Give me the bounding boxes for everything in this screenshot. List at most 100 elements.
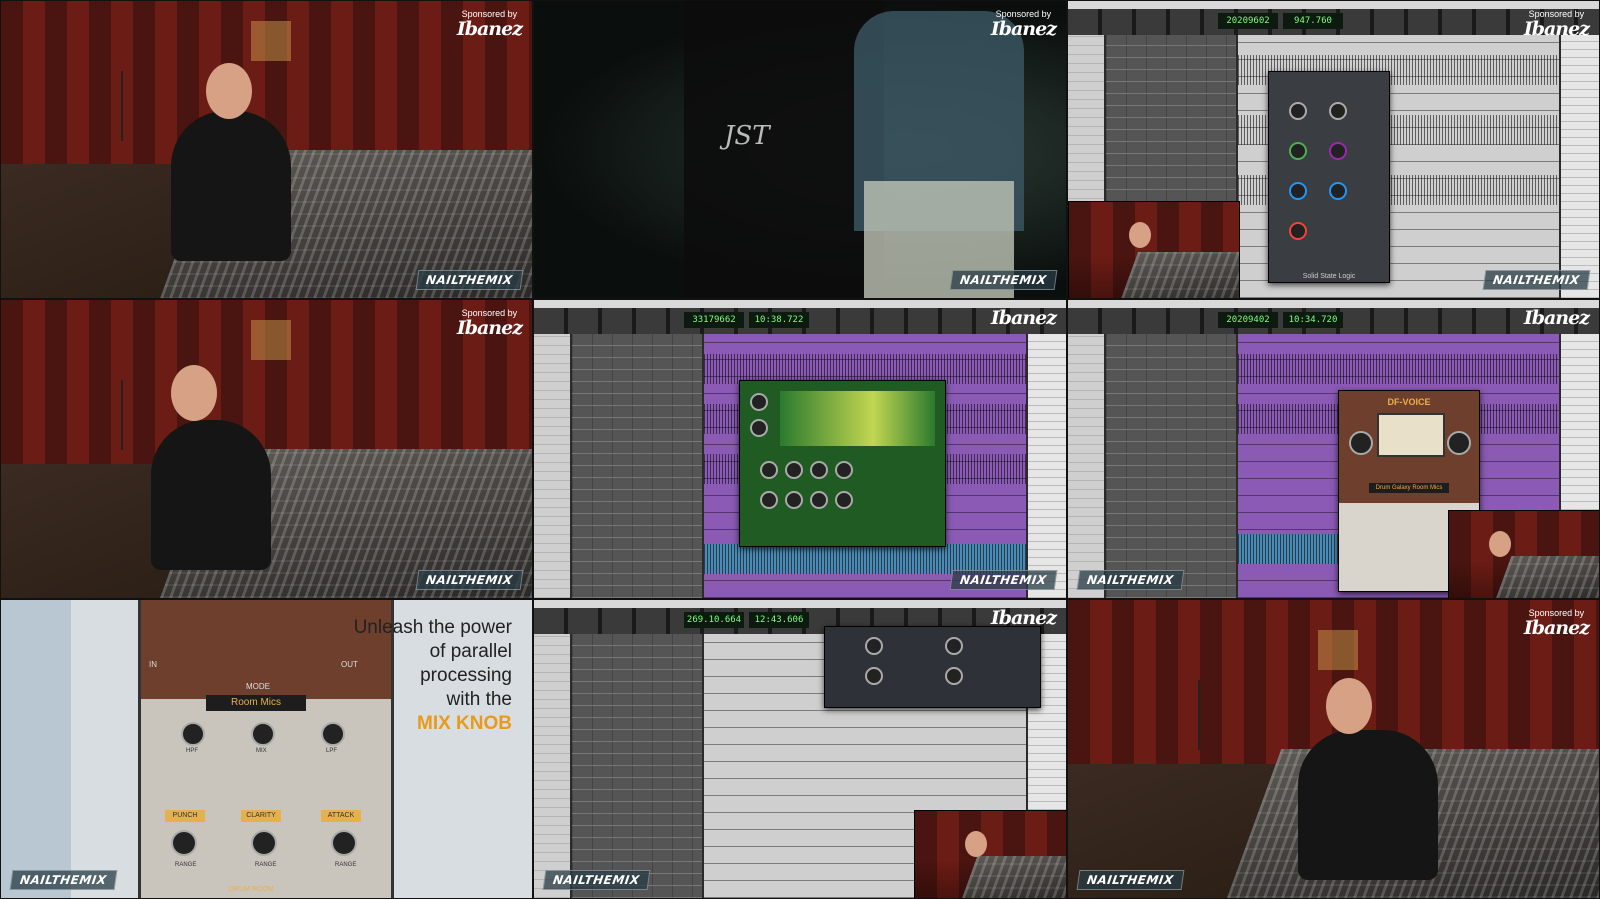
output-knob[interactable] (1447, 431, 1471, 455)
promo-highlight: MIX KNOB (417, 713, 512, 734)
track-list[interactable] (1068, 334, 1104, 598)
studio-window (251, 21, 291, 61)
mode-slot: Room Mics (206, 695, 306, 711)
sponsor-badge: Sponsored by Ibanez (990, 9, 1057, 40)
mixing-console (1120, 251, 1239, 298)
nailthemix-watermark: NAILTHEMIX (1483, 270, 1591, 290)
channel-strip-plugin[interactable] (824, 626, 1041, 708)
mix-label: MIX (256, 748, 267, 754)
picture-in-picture-studio (1068, 201, 1240, 298)
panel-studio-2[interactable]: Sponsored by Ibanez NAILTHEMIX (0, 299, 533, 599)
mix-window[interactable] (572, 634, 702, 898)
mix-window[interactable] (1106, 334, 1236, 598)
panel-stage[interactable]: JST Sponsored by Ibanez NAILTHEMIX (533, 0, 1067, 299)
sponsor-logo: Ibanez (1523, 307, 1590, 329)
promo-line: processing (420, 665, 512, 686)
nailthemix-watermark: NAILTHEMIX (416, 270, 524, 290)
sponsor-badge: Sponsored by Ibanez (456, 9, 523, 40)
lpf-knob (321, 722, 345, 746)
host-figure (151, 420, 271, 570)
band-knob[interactable] (785, 491, 803, 509)
video-grid: Sponsored by Ibanez NAILTHEMIX JST Spons… (0, 0, 1600, 899)
attack-label: ATTACK (321, 810, 361, 822)
panel-studio-1[interactable]: Sponsored by Ibanez NAILTHEMIX (0, 0, 533, 299)
promo-line: Unleash the power (353, 617, 512, 638)
strip-knob[interactable] (865, 667, 883, 685)
spectrum-display (780, 391, 935, 446)
band-knob[interactable] (835, 491, 853, 509)
panel-studio-3[interactable]: Sponsored by Ibanez NAILTHEMIX (1067, 599, 1600, 899)
nailthemix-watermark: NAILTHEMIX (1076, 870, 1184, 890)
hpf-label: HPF (186, 748, 198, 754)
hpf-knob (181, 722, 205, 746)
mixing-console (961, 856, 1066, 898)
band-knob[interactable] (810, 491, 828, 509)
sponsor-badge: Sponsored by Ibanez (1523, 9, 1590, 40)
band-knob[interactable] (785, 461, 803, 479)
panel-daw-mixer[interactable]: 269.10.664 12:43.606 Ibanez NAILTHEMIX (533, 599, 1067, 899)
host-head (206, 63, 252, 119)
main-counter: 20209402 (1218, 312, 1278, 328)
lpf-label: LPF (326, 748, 338, 754)
output-knob[interactable] (750, 419, 768, 437)
input-knob[interactable] (750, 393, 768, 411)
eq-knob[interactable] (1289, 142, 1307, 160)
sponsor-badge: Ibanez (991, 308, 1057, 328)
eq-knob[interactable] (1329, 102, 1347, 120)
mix-window[interactable] (572, 334, 702, 598)
nailthemix-watermark: NAILTHEMIX (950, 270, 1058, 290)
main-counter: 20209602 (1218, 13, 1278, 29)
strip-knob[interactable] (945, 637, 963, 655)
sponsor-logo: Ibanez (990, 18, 1057, 40)
sub-counter: 10:34.720 (1283, 312, 1343, 328)
menu-bar[interactable] (534, 300, 1066, 308)
vu-meter (1377, 413, 1445, 457)
tripod (121, 71, 123, 141)
panel-promo[interactable]: IN OUT MODE Room Mics HPF MIX LPF PUNCH … (0, 599, 533, 899)
band-knob[interactable] (760, 491, 778, 509)
eq-knob[interactable] (1289, 222, 1307, 240)
eq-knob[interactable] (1329, 182, 1347, 200)
host-figure (1298, 730, 1438, 880)
range-knob (251, 830, 277, 856)
sponsor-logo: Ibanez (990, 607, 1057, 629)
band-knob[interactable] (810, 461, 828, 479)
promo-line: with the (446, 689, 512, 710)
band-knob[interactable] (760, 461, 778, 479)
input-knob[interactable] (1349, 431, 1373, 455)
sponsor-badge: Sponsored by Ibanez (456, 308, 523, 339)
strip-knob[interactable] (865, 637, 883, 655)
eq-knob[interactable] (1289, 102, 1307, 120)
panel-daw-green[interactable]: 33179662 10:38.722 Ibanez NAILTHEMIX (533, 299, 1067, 599)
ssl-channel-plugin[interactable]: Solid State Logic (1268, 71, 1390, 283)
strip-knob[interactable] (945, 667, 963, 685)
green-multiband-plugin[interactable] (739, 380, 946, 547)
mode-display: Drum Galaxy Room Mics (1369, 483, 1449, 493)
plugin-footer: DRUM ROOM (229, 886, 274, 893)
eq-knob[interactable] (1289, 182, 1307, 200)
promo-background (1, 600, 71, 898)
range-label: RANGE (255, 862, 277, 868)
host-head (965, 831, 987, 857)
panel-daw-dfvoice[interactable]: 20209402 10:34.720 DF-VOICE Drum Galaxy … (1067, 299, 1600, 599)
waveform-region (1238, 354, 1559, 384)
sponsor-logo: Ibanez (1523, 18, 1590, 40)
menu-bar[interactable] (1068, 300, 1599, 308)
band-knob[interactable] (835, 461, 853, 479)
clip-list[interactable] (1561, 35, 1599, 298)
eq-knob[interactable] (1329, 142, 1347, 160)
range-knob (171, 830, 197, 856)
sponsor-logo: Ibanez (456, 317, 523, 339)
nailthemix-watermark: NAILTHEMIX (542, 870, 650, 890)
picture-in-picture-studio (914, 810, 1066, 898)
menu-bar[interactable] (534, 600, 1066, 608)
shirt-logo-text: JST (724, 121, 770, 151)
track-list[interactable] (534, 634, 570, 898)
host-head (171, 365, 217, 421)
clip-list[interactable] (1028, 334, 1066, 598)
track-list[interactable] (534, 334, 570, 598)
mix-knob (251, 722, 275, 746)
sponsor-logo: Ibanez (456, 18, 523, 40)
menu-bar[interactable] (1068, 1, 1599, 9)
panel-daw-ssl[interactable]: 20209602 947.760 Solid State Logic Spons… (1067, 0, 1600, 299)
